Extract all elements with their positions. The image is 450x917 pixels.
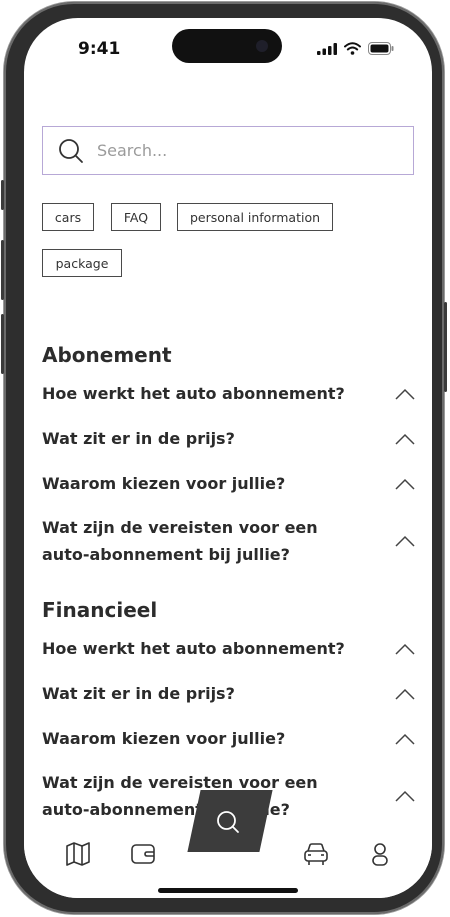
- power-button: [444, 302, 447, 392]
- chevron-up-icon: [395, 733, 415, 745]
- signal-icon: [317, 42, 337, 55]
- tag-package[interactable]: package: [42, 249, 122, 277]
- wifi-icon: [344, 42, 361, 55]
- car-icon[interactable]: [303, 841, 329, 867]
- chevron-up-icon: [395, 388, 415, 400]
- faq-question: Hoe werkt het auto abonnement?: [42, 639, 345, 658]
- tag-personal-information[interactable]: personal information: [177, 203, 333, 231]
- faq-question: Wat zit er in de prijs?: [42, 429, 235, 448]
- faq-item[interactable]: Wat zit er in de prijs?: [42, 680, 418, 707]
- battery-icon: [368, 42, 394, 55]
- search-input[interactable]: [95, 140, 379, 161]
- faq-question: Hoe werkt het auto abonnement?: [42, 384, 345, 403]
- chevron-up-icon: [395, 688, 415, 700]
- faq-item[interactable]: Waarom kiezen voor jullie?: [42, 725, 418, 752]
- search-bar[interactable]: [42, 126, 414, 175]
- section-title-abonement: Abonement: [42, 343, 172, 367]
- faq-question: Waarom kiezen voor jullie?: [42, 474, 286, 493]
- camera-icon: [256, 40, 268, 52]
- faq-item[interactable]: Waarom kiezen voor jullie?: [42, 470, 418, 497]
- faq-question: Wat zit er in de prijs?: [42, 684, 235, 703]
- search-nav-icon: [217, 811, 239, 833]
- chevron-up-icon: [395, 433, 415, 445]
- faq-item[interactable]: Hoe werkt het auto abonnement?: [42, 380, 418, 407]
- wallet-icon[interactable]: [130, 841, 156, 867]
- chevron-up-icon: [395, 643, 415, 655]
- status-time: 9:41: [78, 39, 121, 59]
- volume-up-button: [1, 240, 4, 300]
- user-icon[interactable]: [367, 841, 393, 867]
- phone-frame: 9:41 Search... cars FAQ personal informa…: [1, 2, 447, 914]
- faq-item[interactable]: Wat zijn de vereisten voor een auto-abon…: [42, 514, 418, 568]
- section-title-financieel: Financieel: [42, 598, 158, 622]
- faq-question: Wat zijn de vereisten voor een auto-abon…: [42, 773, 318, 819]
- map-icon[interactable]: [65, 841, 91, 867]
- home-indicator: [158, 888, 298, 893]
- chevron-up-icon: [395, 790, 415, 802]
- faq-item[interactable]: Wat zit er in de prijs?: [42, 425, 418, 452]
- chevron-up-icon: [395, 535, 415, 547]
- status-icons: [317, 42, 394, 55]
- mute-switch: [1, 180, 4, 210]
- tag-faq[interactable]: FAQ: [111, 203, 161, 231]
- tag-cars[interactable]: cars: [42, 203, 94, 231]
- faq-question: Wat zijn de vereisten voor een auto-abon…: [42, 518, 318, 564]
- dynamic-island: [172, 29, 282, 63]
- screen: 9:41 Search... cars FAQ personal informa…: [24, 18, 432, 898]
- chevron-up-icon: [395, 478, 415, 490]
- faq-question: Waarom kiezen voor jullie?: [42, 729, 286, 748]
- volume-down-button: [1, 314, 4, 374]
- faq-item[interactable]: Hoe werkt het auto abonnement?: [42, 635, 418, 662]
- search-icon: [59, 138, 83, 163]
